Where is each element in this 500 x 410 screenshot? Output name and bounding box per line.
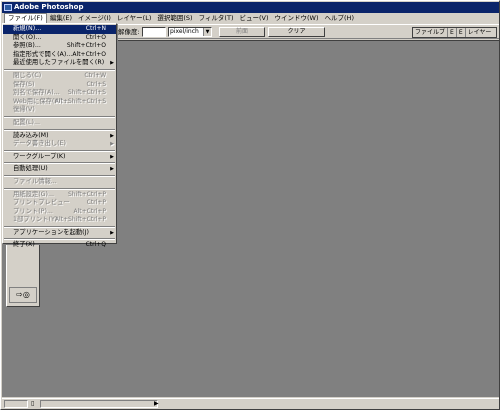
file-menu-item-label: プリントプレビュー bbox=[13, 199, 70, 207]
file-menu-item-label: 終了(X) bbox=[13, 241, 35, 249]
file-menu-item: ファイル情報... bbox=[3, 178, 116, 187]
file-menu-item-shortcut: Shift+Ctrl+O bbox=[66, 42, 106, 50]
file-menu-item: 1部プリント(Y) Alt+Shift+Ctrl+P bbox=[3, 216, 116, 225]
file-menu-item-shortcut: Ctrl+Q bbox=[85, 241, 106, 249]
file-menu-item[interactable]: 読み込み(M) ▶ bbox=[3, 132, 116, 141]
file-menu-item-label: 用紙設定(G)... bbox=[13, 190, 54, 198]
file-menu-item-label: ワークグループ(K) bbox=[13, 152, 66, 160]
window-title: Adobe Photoshop bbox=[14, 3, 84, 11]
file-menu-item-shortcut: Ctrl+S bbox=[86, 80, 106, 88]
file-menu-item-shortcut: Ctrl+P bbox=[86, 199, 106, 207]
file-menu-item-shortcut: Alt+Shift+Ctrl+S bbox=[54, 97, 106, 105]
menu-filter[interactable]: フィルタ(T) bbox=[196, 13, 237, 24]
file-menu-item-shortcut: Alt+Shift+Ctrl+P bbox=[54, 216, 106, 224]
clear-button[interactable]: クリア bbox=[268, 27, 325, 37]
file-menu-item-label: 1部プリント(Y) bbox=[13, 216, 58, 224]
file-menu-item-label: 自動処理(U) bbox=[13, 165, 48, 173]
file-menu-item-shortcut: Ctrl+W bbox=[84, 71, 106, 79]
file-menu-item-label: データ書き出し(E) bbox=[13, 140, 66, 148]
file-menu-item: プリント(P)... Alt+Ctrl+P bbox=[3, 208, 116, 217]
palette-tab-3[interactable]: E bbox=[457, 28, 466, 37]
file-menu-item-label: 復帰(V) bbox=[13, 106, 35, 114]
file-menu-item[interactable]: 自動処理(U) ▶ bbox=[3, 165, 116, 174]
file-menu-dropdown: 新規(N)... Ctrl+N 開く(O)... Ctrl+O 参照(B)... Shif… bbox=[2, 23, 117, 248]
file-menu-item-label: 閉じる(C) bbox=[13, 71, 42, 79]
chevron-down-icon: ▼ bbox=[203, 28, 211, 36]
file-menu-item: 配置(L)... bbox=[3, 119, 116, 128]
file-menu-item-label: アプリケーションを起動(J) bbox=[13, 228, 89, 236]
file-menu-item-label: 配置(L)... bbox=[13, 118, 41, 126]
file-menu-item-label: 保存(S) bbox=[13, 80, 35, 88]
palette-well: ファイルブ E E レイヤー bbox=[412, 27, 497, 38]
palette-tab-file-browser[interactable]: ファイルブ bbox=[413, 28, 449, 37]
file-menu-item[interactable]: 新規(N)... Ctrl+N bbox=[3, 25, 116, 34]
zoom-field[interactable] bbox=[4, 400, 28, 408]
file-menu-item: 保存(S) Ctrl+S bbox=[3, 81, 116, 90]
file-menu-item: プリントプレビュー Ctrl+P bbox=[3, 199, 116, 208]
file-menu-item[interactable]: 最近使用したファイルを開く(R) ▶ bbox=[3, 59, 116, 68]
menu-layer[interactable]: レイヤー(L) bbox=[114, 13, 155, 24]
file-menu-item-label: 指定形式で開く(A)... bbox=[13, 50, 73, 58]
resolution-label: 解像度: bbox=[118, 28, 140, 36]
file-menu-item-label: 最近使用したファイルを開く(R) bbox=[13, 59, 105, 67]
file-menu-item-label: プリント(P)... bbox=[13, 207, 53, 215]
submenu-arrow-icon: ▶ bbox=[110, 141, 114, 148]
palette-tab-2[interactable]: E bbox=[448, 28, 457, 37]
file-menu-item-label: ファイル情報... bbox=[13, 177, 57, 185]
photoshop-app-icon bbox=[4, 4, 12, 11]
file-menu-item[interactable]: ワークグループ(K) ▶ bbox=[3, 153, 116, 162]
file-menu-item-label: 参照(B)... bbox=[13, 42, 41, 50]
submenu-arrow-icon: ▶ bbox=[110, 166, 114, 173]
menu-help[interactable]: ヘルプ(H) bbox=[322, 13, 357, 24]
menu-view[interactable]: ビュー(V) bbox=[236, 13, 271, 24]
jump-to-imageready-button[interactable]: ⇨◎ bbox=[9, 287, 37, 303]
file-menu-item-shortcut: Shift+Ctrl+P bbox=[68, 190, 106, 198]
file-menu-item[interactable]: 開く(O)... Ctrl+O bbox=[3, 34, 116, 43]
file-menu-item-label: 読み込み(M) bbox=[13, 131, 49, 139]
file-menu-item: 用紙設定(G)... Shift+Ctrl+P bbox=[3, 191, 116, 200]
file-menu-item-shortcut: Ctrl+N bbox=[85, 25, 106, 32]
file-menu-item-shortcut: Shift+Ctrl+S bbox=[67, 89, 106, 97]
file-menu-item-label: 新規(N)... bbox=[13, 25, 42, 32]
jump-to-imageready-icon: ⇨◎ bbox=[16, 290, 30, 299]
file-menu-item: 閉じる(C) Ctrl+W bbox=[3, 72, 116, 81]
resolution-field[interactable] bbox=[142, 27, 166, 37]
status-menu-arrow-icon[interactable]: ▶ bbox=[154, 400, 159, 408]
file-menu-item[interactable]: アプリケーションを起動(J) ▶ bbox=[3, 229, 116, 238]
resolution-unit-select[interactable]: pixel/inch ▼ bbox=[168, 27, 212, 37]
file-menu-item: データ書き出し(E) ▶ bbox=[3, 140, 116, 149]
status-info-field bbox=[40, 400, 158, 408]
front-image-button[interactable]: 前面 bbox=[219, 27, 265, 37]
title-bar[interactable]: Adobe Photoshop bbox=[2, 2, 499, 13]
resolution-unit-value: pixel/inch bbox=[170, 28, 199, 35]
file-menu-item-shortcut: Alt+Ctrl+P bbox=[73, 207, 106, 215]
menu-window[interactable]: ウインドウ(W) bbox=[272, 13, 322, 24]
submenu-arrow-icon: ▶ bbox=[110, 153, 114, 160]
submenu-arrow-icon: ▶ bbox=[110, 132, 114, 139]
submenu-arrow-icon: ▶ bbox=[110, 60, 114, 67]
status-bar: ▯ ▶ bbox=[2, 398, 499, 409]
file-menu-item[interactable]: 参照(B)... Shift+Ctrl+O bbox=[3, 42, 116, 51]
file-menu-item: 別名で保存(A)... Shift+Ctrl+S bbox=[3, 89, 116, 98]
file-menu-item[interactable]: 終了(X) Ctrl+Q bbox=[3, 241, 116, 250]
file-menu-item-label: 別名で保存(A)... bbox=[13, 89, 60, 97]
file-menu-item-shortcut: Ctrl+O bbox=[85, 33, 106, 41]
menu-select[interactable]: 選択範囲(S) bbox=[154, 13, 195, 24]
palette-tab-layers[interactable]: レイヤー bbox=[466, 28, 494, 37]
file-menu-item-label: 開く(O)... bbox=[13, 33, 42, 41]
photoshop-window: Adobe Photoshop ファイル(F) 編集(E) イメージ(I) レイ… bbox=[0, 0, 500, 410]
file-menu-item: 復帰(V) bbox=[3, 106, 116, 115]
submenu-arrow-icon: ▶ bbox=[110, 229, 114, 236]
document-icon: ▯ bbox=[31, 400, 35, 407]
